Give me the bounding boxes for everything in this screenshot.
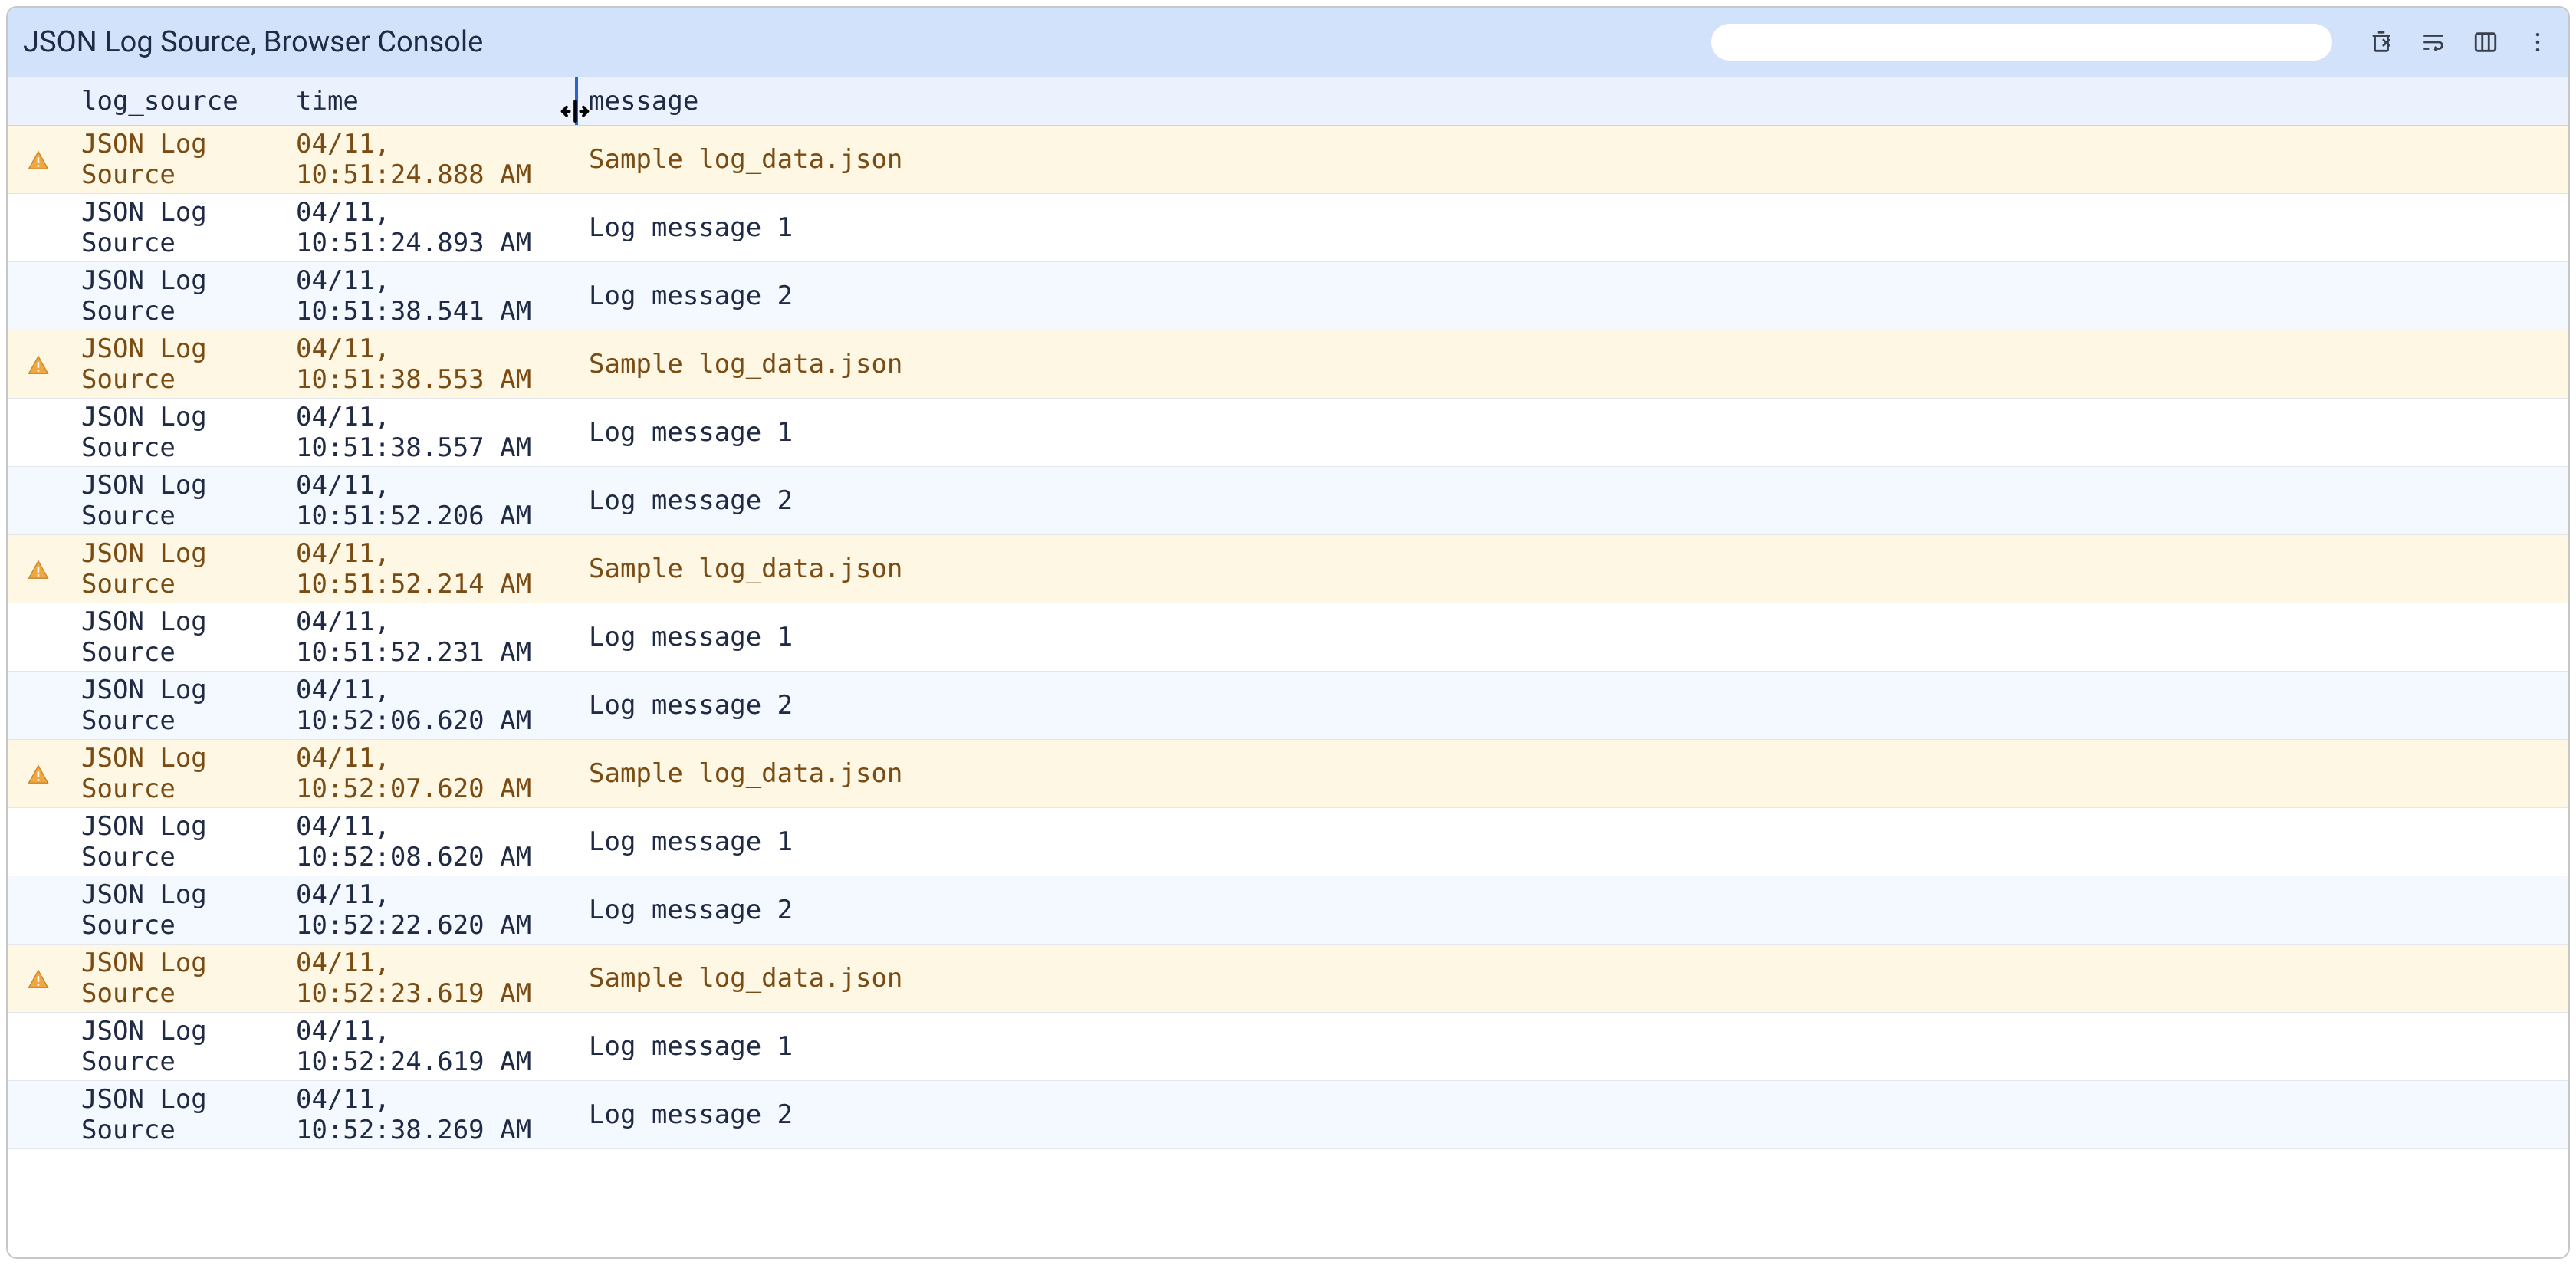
time-cell: 04/11, 10:51:24.888 AM	[284, 129, 575, 190]
message-cell: Log message 2	[575, 1099, 2568, 1130]
log-source-cell: JSON Log Source	[69, 265, 284, 327]
warning-icon	[27, 762, 50, 785]
column-resize-handle[interactable]	[575, 77, 578, 125]
log-source-cell: JSON Log Source	[69, 743, 284, 804]
panel-title: JSON Log Source, Browser Console	[23, 25, 483, 59]
log-row[interactable]: JSON Log Source04/11, 10:52:22.620 AMLog…	[8, 876, 2568, 945]
time-cell: 04/11, 10:52:07.620 AM	[284, 743, 575, 804]
message-cell: Log message 1	[575, 212, 2568, 243]
time-cell: 04/11, 10:51:52.206 AM	[284, 470, 575, 531]
log-row[interactable]: JSON Log Source04/11, 10:51:24.888 AMSam…	[8, 126, 2568, 194]
column-header-row: log_source time message	[8, 77, 2568, 126]
log-source-cell: JSON Log Source	[69, 538, 284, 600]
log-row[interactable]: JSON Log Source04/11, 10:52:06.620 AMLog…	[8, 672, 2568, 740]
log-source-cell: JSON Log Source	[69, 948, 284, 1009]
time-cell: 04/11, 10:51:52.231 AM	[284, 606, 575, 668]
log-row[interactable]: JSON Log Source04/11, 10:51:38.557 AMLog…	[8, 399, 2568, 467]
log-row[interactable]: JSON Log Source04/11, 10:52:24.619 AMLog…	[8, 1013, 2568, 1081]
time-cell: 04/11, 10:52:24.619 AM	[284, 1016, 575, 1077]
time-cell: 04/11, 10:51:38.557 AM	[284, 402, 575, 463]
time-cell: 04/11, 10:51:38.541 AM	[284, 265, 575, 327]
log-row[interactable]: JSON Log Source04/11, 10:52:38.269 AMLog…	[8, 1081, 2568, 1149]
log-source-cell: JSON Log Source	[69, 197, 284, 258]
log-row[interactable]: JSON Log Source04/11, 10:51:52.231 AMLog…	[8, 603, 2568, 672]
log-row[interactable]: JSON Log Source04/11, 10:52:07.620 AMSam…	[8, 740, 2568, 808]
log-row[interactable]: JSON Log Source04/11, 10:51:24.893 AMLog…	[8, 194, 2568, 262]
time-cell: 04/11, 10:52:08.620 AM	[284, 811, 575, 872]
log-source-cell: JSON Log Source	[69, 675, 284, 736]
wrap-text-icon[interactable]	[2418, 27, 2449, 58]
warning-icon	[27, 557, 50, 580]
time-cell: 04/11, 10:51:38.553 AM	[284, 334, 575, 395]
time-cell: 04/11, 10:52:22.620 AM	[284, 879, 575, 941]
time-cell: 04/11, 10:52:38.269 AM	[284, 1084, 575, 1145]
log-viewer-panel: JSON Log Source, Browser Console log_sou…	[6, 6, 2570, 1259]
message-cell: Log message 2	[575, 485, 2568, 516]
message-cell: Log message 2	[575, 690, 2568, 721]
log-row[interactable]: JSON Log Source04/11, 10:51:38.553 AMSam…	[8, 330, 2568, 399]
message-cell: Sample log_data.json	[575, 144, 2568, 175]
message-cell: Log message 1	[575, 622, 2568, 652]
level-cell	[8, 148, 69, 171]
message-cell: Log message 2	[575, 895, 2568, 925]
log-row[interactable]: JSON Log Source04/11, 10:51:52.214 AMSam…	[8, 535, 2568, 603]
level-cell	[8, 353, 69, 376]
time-cell: 04/11, 10:51:52.214 AM	[284, 538, 575, 600]
message-cell: Log message 2	[575, 281, 2568, 311]
warning-icon	[27, 148, 50, 171]
log-source-cell: JSON Log Source	[69, 129, 284, 190]
search-container	[501, 24, 2332, 61]
time-cell: 04/11, 10:52:06.620 AM	[284, 675, 575, 736]
log-row[interactable]: JSON Log Source04/11, 10:52:08.620 AMLog…	[8, 808, 2568, 876]
level-cell	[8, 762, 69, 785]
log-source-cell: JSON Log Source	[69, 606, 284, 668]
message-cell: Log message 1	[575, 417, 2568, 448]
log-source-cell: JSON Log Source	[69, 470, 284, 531]
warning-icon	[27, 967, 50, 990]
message-cell: Sample log_data.json	[575, 349, 2568, 380]
time-cell: 04/11, 10:52:23.619 AM	[284, 948, 575, 1009]
column-header-log-source[interactable]: log_source	[69, 86, 284, 117]
columns-icon[interactable]	[2470, 27, 2501, 58]
log-source-cell: JSON Log Source	[69, 879, 284, 941]
more-menu-icon[interactable]	[2522, 27, 2553, 58]
header-bar: JSON Log Source, Browser Console	[8, 8, 2568, 77]
message-cell: Sample log_data.json	[575, 554, 2568, 584]
log-source-cell: JSON Log Source	[69, 1084, 284, 1145]
message-cell: Sample log_data.json	[575, 963, 2568, 994]
log-source-cell: JSON Log Source	[69, 402, 284, 463]
message-cell: Log message 1	[575, 1031, 2568, 1062]
search-input[interactable]	[1711, 24, 2332, 61]
column-header-message[interactable]: message	[575, 86, 2568, 117]
column-header-time[interactable]: time	[284, 86, 575, 117]
level-cell	[8, 967, 69, 990]
clear-logs-icon[interactable]	[2366, 27, 2397, 58]
warning-icon	[27, 353, 50, 376]
log-row[interactable]: JSON Log Source04/11, 10:51:52.206 AMLog…	[8, 467, 2568, 535]
log-source-cell: JSON Log Source	[69, 811, 284, 872]
toolbar	[2366, 27, 2553, 58]
message-cell: Sample log_data.json	[575, 758, 2568, 789]
message-cell: Log message 1	[575, 826, 2568, 857]
time-cell: 04/11, 10:51:24.893 AM	[284, 197, 575, 258]
log-row[interactable]: JSON Log Source04/11, 10:52:23.619 AMSam…	[8, 945, 2568, 1013]
level-cell	[8, 557, 69, 580]
log-rows-container[interactable]: JSON Log Source04/11, 10:51:24.888 AMSam…	[8, 126, 2568, 1257]
log-row[interactable]: JSON Log Source04/11, 10:51:38.541 AMLog…	[8, 262, 2568, 330]
log-source-cell: JSON Log Source	[69, 1016, 284, 1077]
log-source-cell: JSON Log Source	[69, 334, 284, 395]
